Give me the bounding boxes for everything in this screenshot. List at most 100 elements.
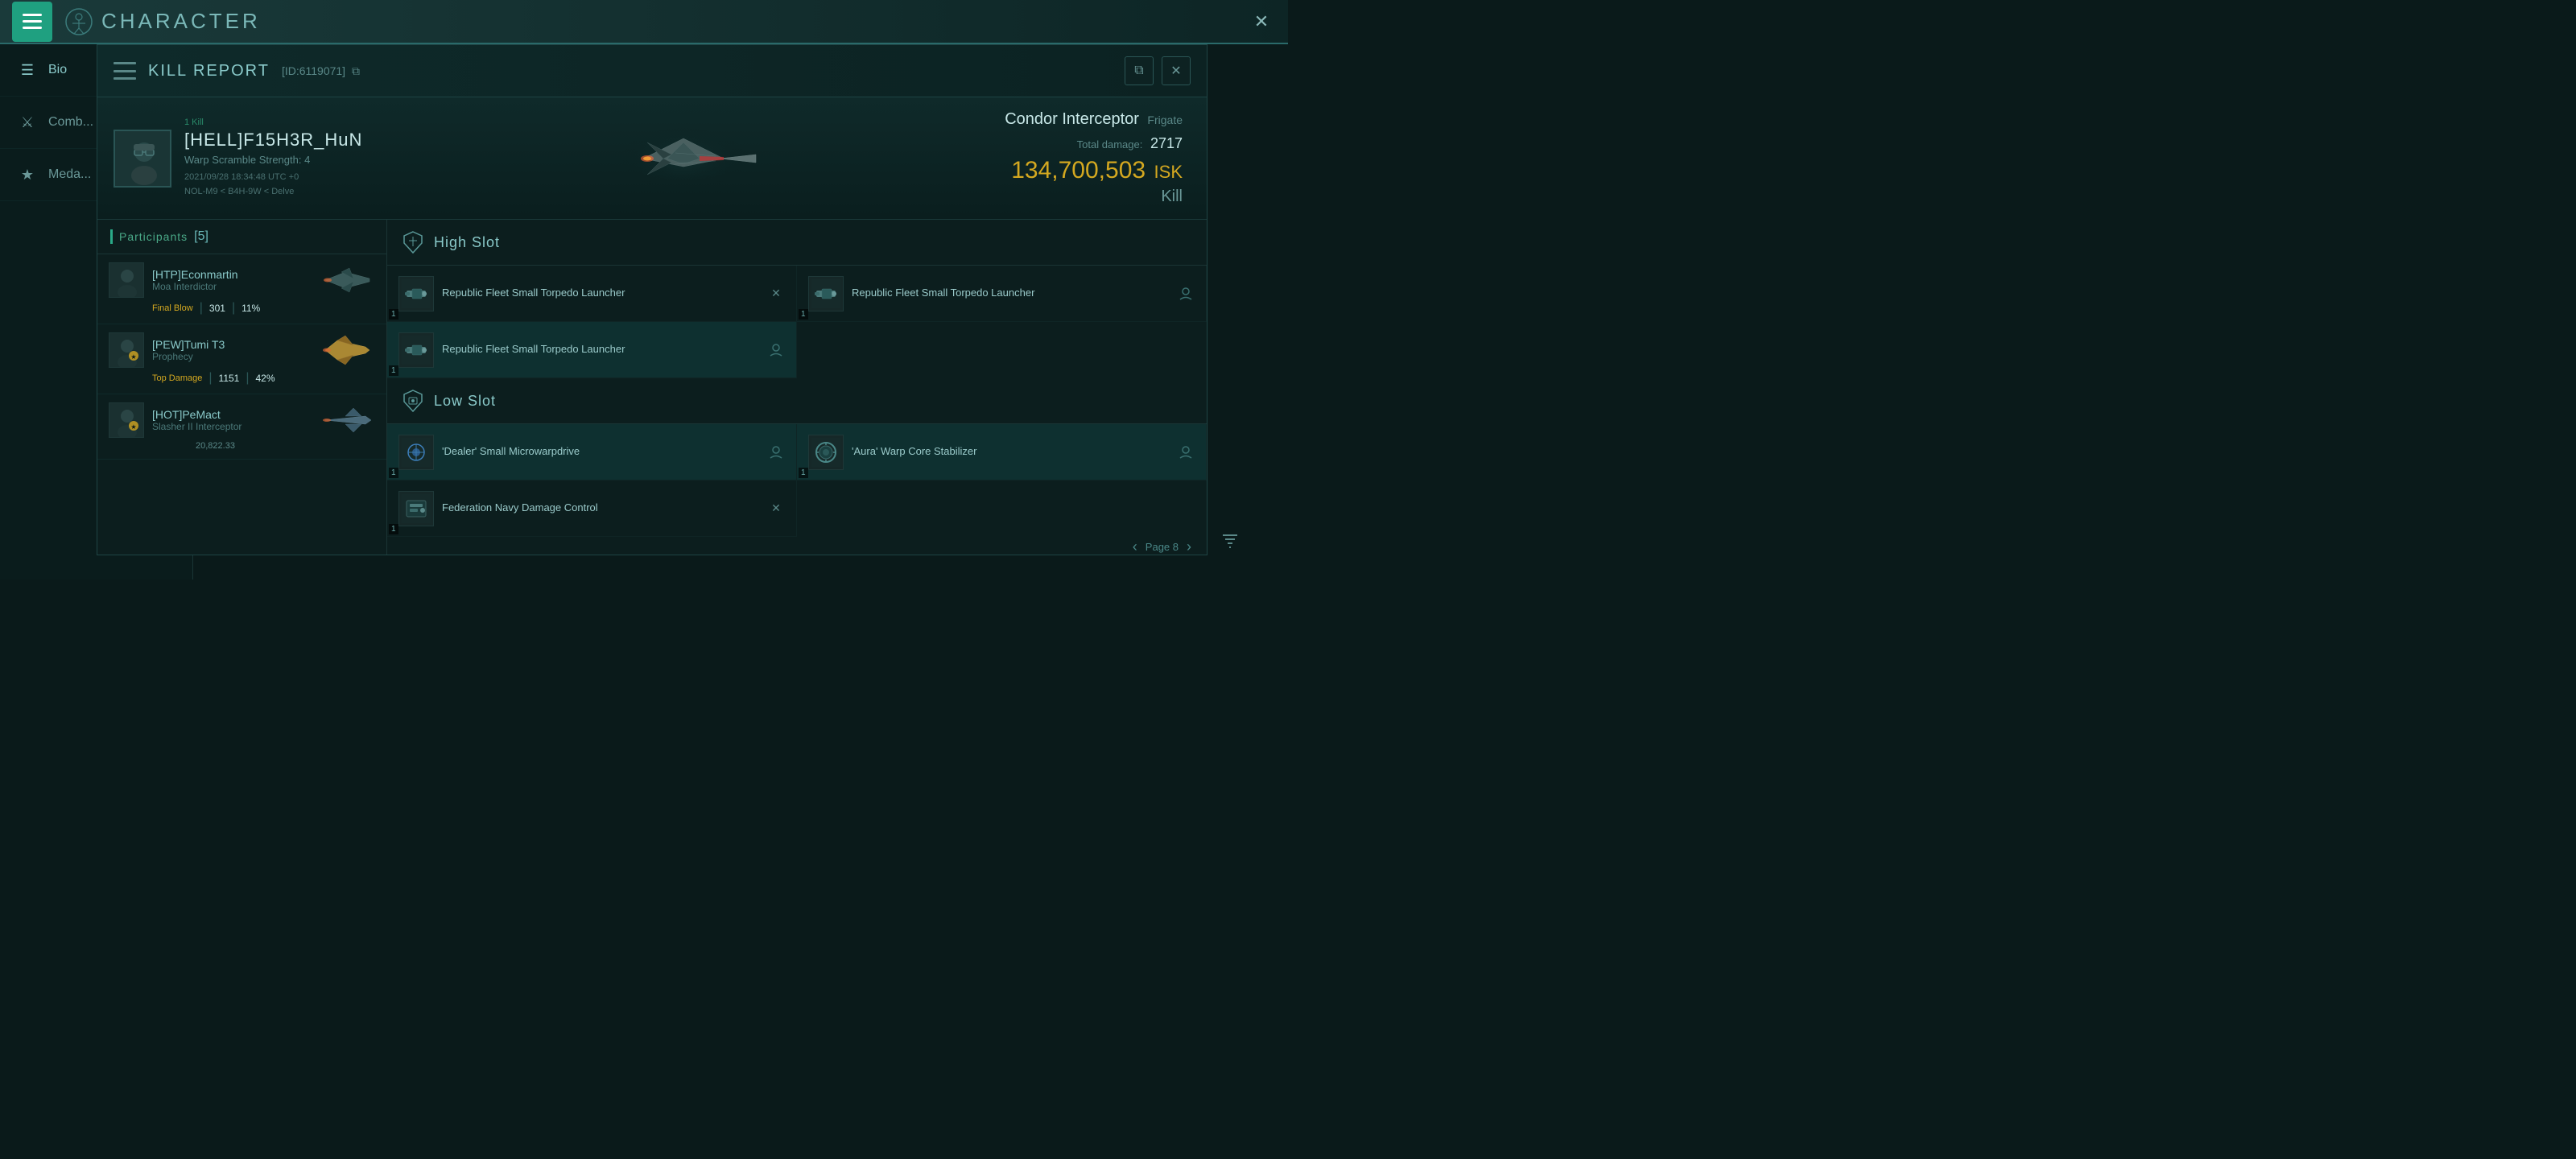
slot-item-name: Republic Fleet Small Torpedo Launcher xyxy=(852,287,1169,300)
slot-item-status: ✕ xyxy=(767,285,785,303)
participant-name: [PEW]Tumi T3 xyxy=(152,338,225,351)
svg-text:★: ★ xyxy=(130,423,136,431)
sidebar-label-combat: Comb... xyxy=(48,115,93,130)
copy-icon[interactable]: ⧉ xyxy=(352,64,360,77)
kill-report-title: KILL REPORT xyxy=(148,62,270,80)
participant-bottom: Top Damage | 1151 | 42% xyxy=(109,371,375,386)
participant-ship: Moa Interdictor xyxy=(152,281,238,292)
participant-item[interactable]: ★ [PEW]Tumi T3 Prophecy xyxy=(97,324,386,394)
pilot-info: 1 Kill [HELL]F15H3R_HuN Warp Scramble St… xyxy=(184,118,362,199)
slot-item-status xyxy=(1177,443,1195,461)
participant-item[interactable]: ★ [HOT]PeMact Slasher II Interceptor xyxy=(97,394,386,460)
qty-badge: 1 xyxy=(389,468,398,478)
slot-item[interactable]: 1 Republic Fleet Small Torpedo Launcher xyxy=(387,266,797,322)
qty-badge: 1 xyxy=(799,468,808,478)
slot-section-header: Low Slot xyxy=(387,378,1207,424)
slot-item-status xyxy=(767,341,785,359)
participant-item[interactable]: [HTP]Econmartin Moa Interdictor xyxy=(97,254,386,324)
slot-item-icon xyxy=(398,332,434,368)
filter-button[interactable] xyxy=(1220,531,1240,555)
accent-bar xyxy=(110,229,113,244)
top-damage-badge: Top Damage xyxy=(152,373,202,383)
high-slot-grid: 1 Republic Fleet Small Torpedo Launcher xyxy=(387,266,1207,378)
ship-svg xyxy=(595,114,772,203)
low-slot-title: Low Slot xyxy=(434,393,496,410)
page-label: Page 8 xyxy=(1146,541,1179,553)
slot-item[interactable]: 1 xyxy=(797,424,1207,481)
slot-item-name: 'Dealer' Small Microwarpdrive xyxy=(442,445,759,459)
pilot-avatar xyxy=(114,130,171,188)
participants-header: Participants [5] xyxy=(97,220,386,254)
slot-item-status: ✕ xyxy=(767,500,785,518)
slot-item-name: 'Aura' Warp Core Stabilizer xyxy=(852,445,1169,459)
slot-item-status xyxy=(767,443,785,461)
app-title: CHARACTER xyxy=(101,9,261,34)
participant-info: [HTP]Econmartin Moa Interdictor xyxy=(152,268,238,292)
participant-avatar: ★ xyxy=(109,402,144,438)
header-menu-button[interactable] xyxy=(114,62,136,80)
participant-percent: 42% xyxy=(256,373,275,384)
app-close-button[interactable]: ✕ xyxy=(1247,7,1276,36)
svg-text:★: ★ xyxy=(130,353,136,361)
participants-count: [5] xyxy=(194,229,208,244)
pilot-warp: Warp Scramble Strength: 4 xyxy=(184,154,362,166)
slot-section-header: High Slot xyxy=(387,220,1207,266)
kill-report-panel: KILL REPORT [ID:6119071] ⧉ ⧉ ✕ xyxy=(97,44,1208,555)
qty-badge: 1 xyxy=(389,309,398,320)
participants-panel: Participants [5] xyxy=(97,220,387,555)
header-close-button[interactable]: ✕ xyxy=(1162,56,1191,85)
slots-panel: High Slot 1 xyxy=(387,220,1207,555)
isk-value-area: 134,700,503 ISK xyxy=(1005,157,1183,184)
high-slot-section: High Slot 1 xyxy=(387,220,1207,378)
page-navigation: ‹ Page 8 › xyxy=(1133,538,1191,555)
menu-button[interactable] xyxy=(12,2,52,42)
participant-bottom: Final Blow | 301 | 11% xyxy=(109,301,375,316)
final-blow-badge: Final Blow xyxy=(152,303,193,313)
participant-ship-icon xyxy=(319,262,375,298)
slot-item-status xyxy=(1177,285,1195,303)
participant-damage: 301 xyxy=(209,303,225,314)
participant-damage: 1151 xyxy=(219,373,240,384)
character-title-area: CHARACTER xyxy=(64,7,261,36)
participant-name: [HOT]PeMact xyxy=(152,408,242,421)
participants-list: [HTP]Econmartin Moa Interdictor xyxy=(97,254,386,555)
participant-ship-icon xyxy=(319,332,375,368)
high-slot-title: High Slot xyxy=(434,234,500,251)
slot-item-icon xyxy=(398,435,434,470)
kill-type: Kill xyxy=(1005,188,1183,206)
hamburger-icon: ☰ xyxy=(16,59,39,81)
slot-item[interactable]: 1 'Dealer' Sm xyxy=(387,424,797,481)
participant-info: [HOT]PeMact Slasher II Interceptor xyxy=(152,408,242,432)
export-button[interactable]: ⧉ xyxy=(1125,56,1154,85)
participant-top: ★ [HOT]PeMact Slasher II Interceptor xyxy=(109,402,375,438)
slot-item-name: Republic Fleet Small Torpedo Launcher xyxy=(442,287,759,300)
high-slot-icon xyxy=(400,229,426,255)
bottom-content: Participants [5] xyxy=(97,220,1207,555)
slot-item[interactable]: 1 Republic Fleet Small Torpedo Launcher xyxy=(797,266,1207,322)
pilot-avatar-svg xyxy=(115,131,171,188)
slot-item[interactable]: 1 Republic Fleet Small Torpedo Launcher xyxy=(387,322,797,378)
prev-page-button[interactable]: ‹ xyxy=(1133,538,1137,555)
slot-item-icon xyxy=(808,276,844,311)
top-bar: CHARACTER ✕ xyxy=(0,0,1288,44)
vitruvian-icon xyxy=(64,7,93,36)
sidebar-label-medals: Meda... xyxy=(48,167,91,182)
participant-ship: Slasher II Interceptor xyxy=(152,421,242,432)
header-actions: ⧉ ✕ xyxy=(1125,56,1191,85)
participant-percent: 11% xyxy=(242,303,260,314)
sidebar-label-bio: Bio xyxy=(48,63,67,77)
pilot-name: [HELL]F15H3R_HuN xyxy=(184,130,362,151)
slot-item[interactable]: 1 Federation Navy Damage Control ✕ xyxy=(387,481,797,537)
low-slot-grid: 1 'Dealer' Sm xyxy=(387,424,1207,537)
ship-type: Condor Interceptor Frigate xyxy=(1005,110,1183,129)
participant-avatar xyxy=(109,262,144,298)
participant-ship-icon xyxy=(319,402,375,438)
slot-item-icon xyxy=(398,276,434,311)
timestamp: 2021/09/28 18:34:48 UTC +0 NOL-M9 < B4H-… xyxy=(184,171,362,199)
next-page-button[interactable]: › xyxy=(1187,538,1191,555)
kill-report-id: [ID:6119071] ⧉ xyxy=(282,64,360,78)
participant-info: [PEW]Tumi T3 Prophecy xyxy=(152,338,225,362)
qty-badge: 1 xyxy=(799,309,808,320)
kill-summary: Condor Interceptor Frigate Total damage:… xyxy=(1005,110,1191,206)
participant-top: ★ [PEW]Tumi T3 Prophecy xyxy=(109,332,375,368)
